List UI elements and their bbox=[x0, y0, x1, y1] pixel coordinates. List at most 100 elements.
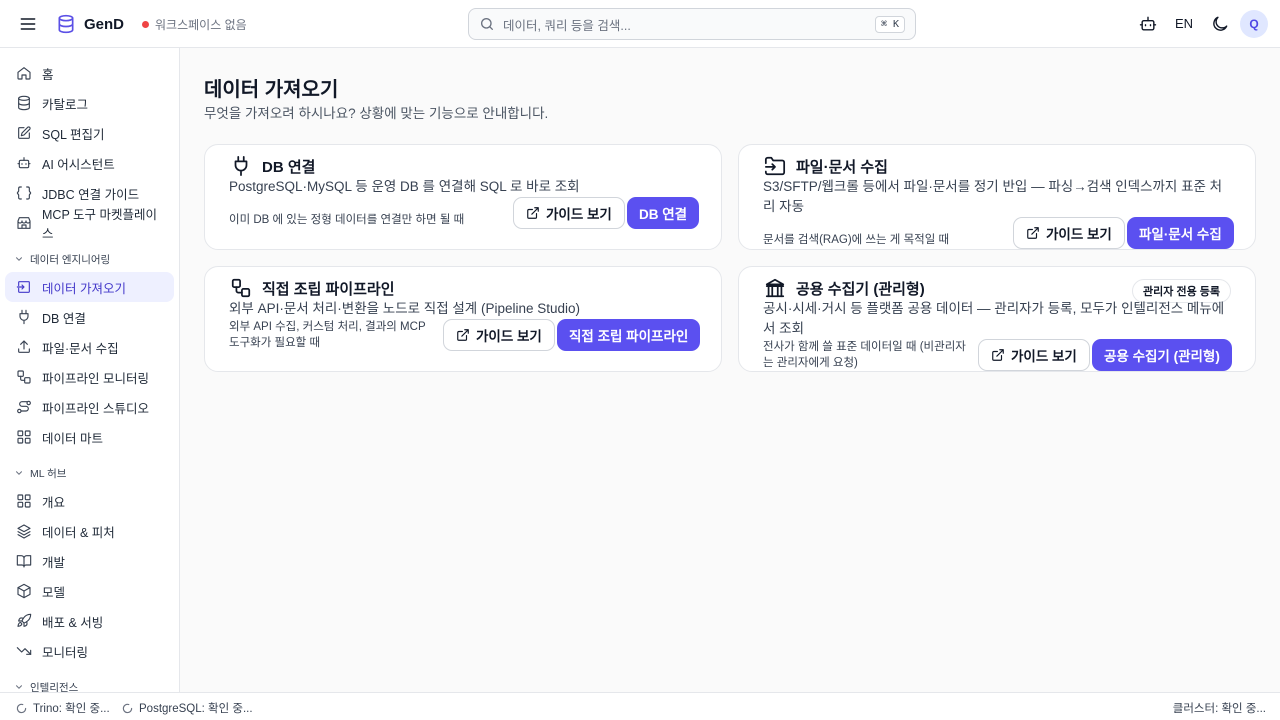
code-icon bbox=[16, 185, 32, 201]
workspace-status-dot bbox=[142, 21, 149, 28]
chevron-down-icon bbox=[14, 468, 24, 478]
sidebar-item-label: 홈 bbox=[42, 67, 54, 82]
sidebar-item-label: 모니터링 bbox=[42, 645, 89, 660]
external-link-icon bbox=[991, 348, 1005, 362]
upload-icon bbox=[16, 339, 32, 355]
route-icon bbox=[16, 399, 32, 415]
database-logo-icon bbox=[56, 13, 76, 35]
guide-button[interactable]: 가이드 보기 bbox=[1013, 217, 1125, 249]
sidebar-item-label: 파일·문서 수집 bbox=[42, 341, 119, 356]
language-toggle[interactable]: EN bbox=[1175, 16, 1193, 31]
chevron-down-icon bbox=[14, 254, 24, 264]
guide-button-label: 가이드 보기 bbox=[476, 329, 542, 344]
sidebar-section-intelligence[interactable]: 인텔리전스 bbox=[0, 674, 179, 692]
store-icon bbox=[16, 215, 32, 231]
section-label: 인텔리전스 bbox=[30, 681, 79, 693]
brand[interactable]: GenD bbox=[56, 13, 124, 35]
page-title: 데이터 가져오기 bbox=[204, 79, 339, 101]
card-note: 이미 DB 에 있는 정형 데이터를 연결만 하면 될 때 bbox=[229, 214, 465, 226]
edit-icon bbox=[16, 125, 32, 141]
shared-collector-button[interactable]: 공용 수집기 (관리형) bbox=[1092, 339, 1232, 371]
home-icon bbox=[16, 65, 32, 81]
guide-button[interactable]: 가이드 보기 bbox=[443, 319, 555, 351]
sidebar-item-label: 개요 bbox=[42, 495, 66, 510]
layers-icon bbox=[16, 523, 32, 539]
sidebar-item-ai-assistant[interactable]: AI 어시스턴트 bbox=[5, 148, 174, 178]
loading-icon bbox=[122, 703, 133, 714]
db-connect-button[interactable]: DB 연결 bbox=[627, 197, 700, 229]
postgres-status: PostgreSQL: 확인 중... bbox=[122, 700, 253, 716]
sidebar-section-data-engineering[interactable]: 데이터 엔지니어링 bbox=[0, 246, 179, 272]
guide-button[interactable]: 가이드 보기 bbox=[978, 339, 1090, 371]
book-icon bbox=[16, 553, 32, 569]
rocket-icon bbox=[16, 613, 32, 629]
card-title: 파일·문서 수집 bbox=[796, 158, 888, 176]
sidebar-section-ml-hub[interactable]: ML 허브 bbox=[0, 460, 179, 486]
card-title: 직접 조립 파이프라인 bbox=[262, 280, 395, 298]
guide-button-label: 가이드 보기 bbox=[1011, 349, 1077, 364]
sidebar-item-label: DB 연결 bbox=[42, 311, 86, 326]
workspace-label: 워크스페이스 없음 bbox=[155, 18, 247, 32]
main-content: 데이터 가져오기 무엇을 가져오려 하시나요? 상황에 맞는 기능으로 안내합니… bbox=[180, 48, 1280, 692]
page-subtitle: 무엇을 가져오려 하시나요? 상황에 맞는 기능으로 안내합니다. bbox=[204, 106, 549, 121]
workspace-selector[interactable]: 워크스페이스 없음 bbox=[142, 16, 247, 33]
card-description: PostgreSQL·MySQL 등 운영 DB 를 연결해 SQL 로 바로 … bbox=[229, 179, 580, 194]
trino-status-text: Trino: 확인 중... bbox=[33, 703, 110, 715]
card-header: 공용 수집기 (관리형) bbox=[764, 277, 925, 299]
sidebar-item-monitoring[interactable]: 모니터링 bbox=[5, 636, 174, 666]
top-bar: GenD 워크스페이스 없음 데이터, 쿼리 등을 검색... ⌘ K EN Q bbox=[0, 0, 1280, 48]
grid-icon bbox=[16, 493, 32, 509]
cluster-status: 클러스터: 확인 중... bbox=[1172, 703, 1266, 715]
card-description: 공시·시세·거시 등 플랫폼 공용 데이터 — 관리자가 등록, 모두가 인텔리… bbox=[763, 301, 1225, 336]
sidebar-item-pipeline-studio[interactable]: 파이프라인 스튜디오 bbox=[5, 392, 174, 422]
sidebar-item-deploy-serving[interactable]: 배포 & 서빙 bbox=[5, 606, 174, 636]
card-note: 전사가 함께 쓸 표준 데이터일 때 (비관리자는 관리자에게 요청) bbox=[763, 341, 966, 369]
sidebar-item-mcp-marketplace[interactable]: MCP 도구 마켓플레이스 bbox=[5, 208, 174, 241]
workflow-icon bbox=[16, 369, 32, 385]
sidebar-item-db-connect[interactable]: DB 연결 bbox=[5, 302, 174, 332]
guide-button[interactable]: 가이드 보기 bbox=[513, 197, 625, 229]
search-icon bbox=[479, 16, 495, 32]
bot-icon[interactable] bbox=[1138, 14, 1158, 34]
sidebar-item-sql-editor[interactable]: SQL 편집기 bbox=[5, 118, 174, 148]
sidebar-item-data-mart[interactable]: 데이터 마트 bbox=[5, 422, 174, 452]
sidebar-item-data-features[interactable]: 데이터 & 피처 bbox=[5, 516, 174, 546]
box-icon bbox=[16, 583, 32, 599]
sidebar-item-catalog[interactable]: 카탈로그 bbox=[5, 88, 174, 118]
plug-icon bbox=[230, 155, 252, 177]
sidebar-item-label: MCP 도구 마켓플레이스 bbox=[42, 208, 157, 241]
card-note: 외부 API 수집, 커스텀 처리, 결과의 MCP 도구화가 필요할 때 bbox=[229, 321, 426, 349]
external-link-icon bbox=[526, 206, 540, 220]
sidebar-item-label: 모델 bbox=[42, 585, 66, 600]
file-ingest-button[interactable]: 파일·문서 수집 bbox=[1127, 217, 1234, 249]
external-link-icon bbox=[456, 328, 470, 342]
plug-icon bbox=[16, 309, 32, 325]
sidebar-item-label: SQL 편집기 bbox=[42, 127, 105, 142]
section-label: 데이터 엔지니어링 bbox=[30, 253, 111, 266]
search-placeholder: 데이터, 쿼리 등을 검색... bbox=[503, 18, 631, 33]
sidebar-item-overview[interactable]: 개요 bbox=[5, 486, 174, 516]
sidebar-item-home[interactable]: 홈 bbox=[5, 58, 174, 88]
avatar[interactable]: Q bbox=[1240, 10, 1268, 38]
sidebar-item-file-ingest[interactable]: 파일·문서 수집 bbox=[5, 332, 174, 362]
sidebar-item-label: 데이터 가져오기 bbox=[42, 281, 126, 296]
global-search[interactable]: 데이터, 쿼리 등을 검색... ⌘ K bbox=[468, 8, 916, 40]
card-header: DB 연결 bbox=[230, 155, 315, 177]
custom-pipeline-button[interactable]: 직접 조립 파이프라인 bbox=[557, 319, 701, 351]
import-icon bbox=[16, 279, 32, 295]
card-header: 파일·문서 수집 bbox=[764, 155, 888, 177]
moon-icon[interactable] bbox=[1210, 14, 1230, 34]
external-link-icon bbox=[1026, 226, 1040, 240]
sidebar-item-label: 파이프라인 모니터링 bbox=[42, 371, 149, 386]
chevron-down-icon bbox=[14, 682, 24, 692]
sidebar-item-data-import[interactable]: 데이터 가져오기 bbox=[5, 272, 174, 302]
menu-icon[interactable] bbox=[18, 14, 38, 34]
sidebar-item-models[interactable]: 모델 bbox=[5, 576, 174, 606]
section-label: ML 허브 bbox=[30, 467, 67, 480]
sidebar-item-development[interactable]: 개발 bbox=[5, 546, 174, 576]
status-bar: Trino: 확인 중... PostgreSQL: 확인 중... 클러스터:… bbox=[0, 692, 1280, 720]
search-shortcut: ⌘ K bbox=[874, 15, 905, 33]
sidebar-item-pipeline-monitoring[interactable]: 파이프라인 모니터링 bbox=[5, 362, 174, 392]
card-title: 공용 수집기 (관리형) bbox=[796, 280, 925, 298]
landmark-icon bbox=[764, 277, 786, 299]
